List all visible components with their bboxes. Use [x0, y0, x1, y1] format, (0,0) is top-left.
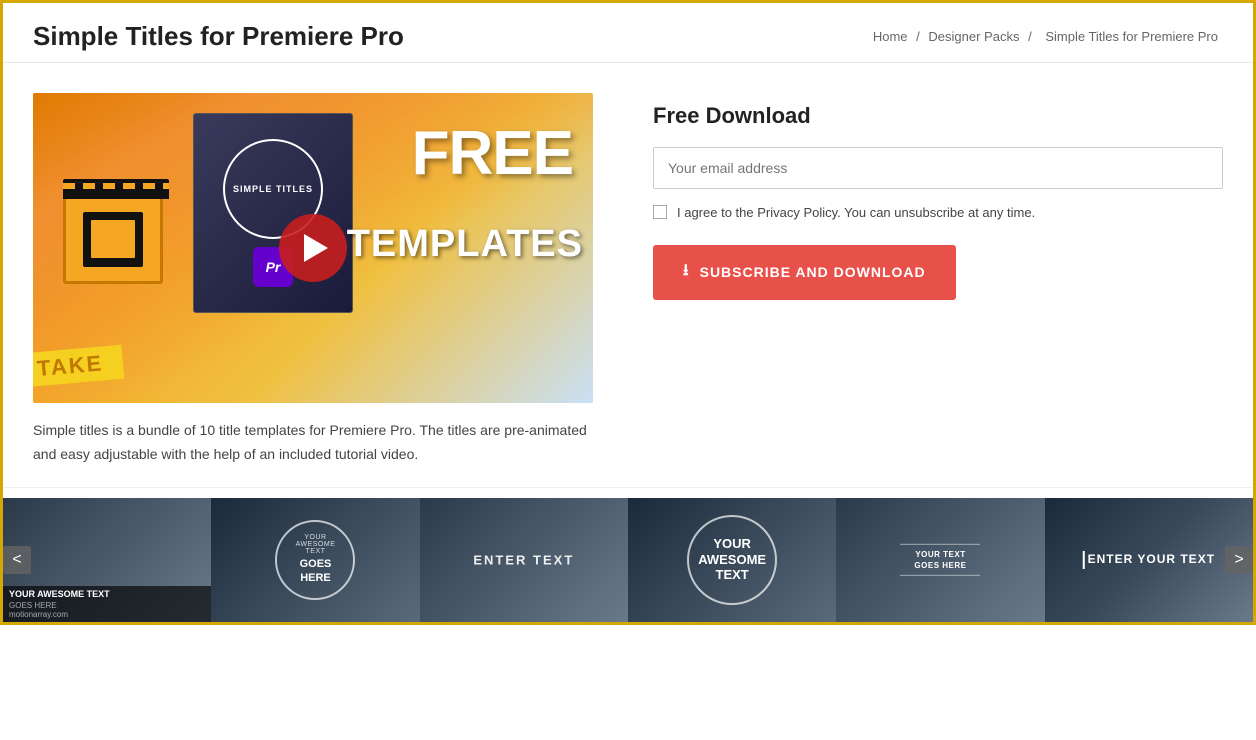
- chevron-right-icon: >: [1234, 551, 1243, 569]
- carousel-section: < YOUR AWESOME TEXT GOES HERE motionarra…: [3, 487, 1253, 622]
- breadcrumb-current: Simple Titles for Premiere Pro: [1045, 29, 1218, 44]
- thumb-2-main-text: GOES HERE: [287, 558, 343, 584]
- carousel-item-2[interactable]: YOUR AWESOME TEXT GOES HERE: [211, 498, 419, 622]
- breadcrumb-sep1: /: [916, 29, 920, 44]
- thumb-1-label-sub: GOES HERE: [9, 601, 205, 610]
- thumb-4-main-text: YOURAWESOMETEXT: [698, 536, 766, 583]
- free-text: FREE: [412, 123, 573, 185]
- carousel-item-5[interactable]: YOUR TEXTGOES HERE: [836, 498, 1044, 622]
- carousel-item-6[interactable]: ENTER YOUR TEXT: [1045, 498, 1253, 622]
- free-download-title: Free Download: [653, 103, 1223, 129]
- left-column: SIMPLE TITLES Pr FREE TEMPLATES TAKE: [33, 93, 613, 467]
- carousel-next-button[interactable]: >: [1225, 546, 1253, 574]
- box-title-text: SIMPLE TITLES: [233, 184, 313, 194]
- breadcrumb-sep2: /: [1028, 29, 1032, 44]
- subscribe-button-label: SUBSCRIBE AND DOWNLOAD: [700, 264, 926, 280]
- description-text: Simple titles is a bundle of 10 title te…: [33, 419, 613, 467]
- privacy-checkbox[interactable]: [653, 205, 667, 219]
- privacy-text: I agree to the Privacy Policy. You can u…: [677, 203, 1035, 223]
- thumb-3-enter-text: ENTER TEXT: [473, 552, 574, 567]
- carousel-wrapper: < YOUR AWESOME TEXT GOES HERE motionarra…: [3, 498, 1253, 622]
- carousel-item-3[interactable]: ENTER TEXT: [420, 498, 628, 622]
- carousel-item-1[interactable]: YOUR AWESOME TEXT GOES HERE motionarray.…: [3, 498, 211, 622]
- clapper-film: [83, 212, 143, 267]
- video-thumbnail[interactable]: SIMPLE TITLES Pr FREE TEMPLATES TAKE: [33, 93, 593, 403]
- thumb-5-lines: YOUR TEXTGOES HERE: [900, 539, 980, 579]
- header: Simple Titles for Premiere Pro Home / De…: [3, 3, 1253, 63]
- thumb-2-top-text: YOUR AWESOME TEXT: [287, 534, 343, 555]
- thumb-6-text: ENTER YOUR TEXT: [1083, 551, 1215, 569]
- breadcrumb-home[interactable]: Home: [873, 29, 908, 44]
- product-box-face: SIMPLE TITLES Pr: [193, 113, 353, 313]
- carousel-item-4[interactable]: YOURAWESOMETEXT: [628, 498, 836, 622]
- download-icon: ⭳: [683, 259, 690, 286]
- thumb-1-site: motionarray.com: [9, 610, 205, 619]
- chevron-left-icon: <: [12, 551, 21, 569]
- thumb-1-label-main: YOUR AWESOME TEXT: [9, 589, 205, 601]
- thumb-5-line1: [900, 543, 980, 544]
- thumb-5-line2: [900, 575, 980, 576]
- thumb-4-circle: YOURAWESOMETEXT: [687, 515, 777, 605]
- clapper-icon: [63, 194, 163, 284]
- main-content: SIMPLE TITLES Pr FREE TEMPLATES TAKE: [3, 63, 1253, 487]
- thumb-3-text: ENTER TEXT: [473, 552, 574, 567]
- carousel-prev-button[interactable]: <: [3, 546, 31, 574]
- right-column: Free Download I agree to the Privacy Pol…: [653, 93, 1223, 467]
- templates-text: TEMPLATES: [347, 223, 583, 266]
- breadcrumb: Home / Designer Packs / Simple Titles fo…: [873, 29, 1223, 44]
- play-triangle-icon: [304, 234, 328, 262]
- thumb-1-label: YOUR AWESOME TEXT GOES HERE motionarray.…: [3, 586, 211, 622]
- video-bg: SIMPLE TITLES Pr FREE TEMPLATES TAKE: [33, 93, 593, 403]
- page-wrapper: Simple Titles for Premiere Pro Home / De…: [3, 3, 1253, 622]
- breadcrumb-designer-packs[interactable]: Designer Packs: [928, 29, 1019, 44]
- subscribe-button[interactable]: ⭳ SUBSCRIBE AND DOWNLOAD: [653, 245, 956, 300]
- privacy-row: I agree to the Privacy Policy. You can u…: [653, 203, 1223, 223]
- play-button[interactable]: [279, 214, 347, 282]
- page-title: Simple Titles for Premiere Pro: [33, 21, 404, 52]
- thumb-3-center: ENTER TEXT: [473, 552, 574, 567]
- thumb-5-text: YOUR TEXTGOES HERE: [900, 548, 980, 570]
- carousel-track: YOUR AWESOME TEXT GOES HERE motionarray.…: [3, 498, 1253, 622]
- thumb-2-circle: YOUR AWESOME TEXT GOES HERE: [275, 520, 355, 600]
- clapper-lines: [63, 179, 169, 199]
- cursor-bar-icon: [1083, 551, 1085, 569]
- email-input[interactable]: [653, 147, 1223, 189]
